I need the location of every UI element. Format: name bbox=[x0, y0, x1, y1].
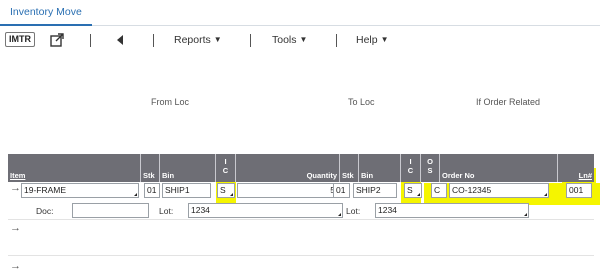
to-loc-label: To Loc bbox=[348, 97, 375, 107]
tab-inventory-move[interactable]: Inventory Move bbox=[0, 0, 92, 26]
from-loc-label: From Loc bbox=[151, 97, 190, 107]
stk-to-field[interactable]: 01 bbox=[333, 183, 350, 198]
col-quantity-label: Quantity bbox=[306, 171, 337, 180]
tools-menu-label: Tools bbox=[272, 34, 297, 46]
tab-bar: Inventory Move bbox=[0, 0, 600, 26]
lot-to-field[interactable]: 1234 bbox=[375, 203, 529, 218]
col-stk-from-label: Stk bbox=[143, 171, 155, 180]
col-ic-to-c: C bbox=[407, 166, 414, 175]
toolbar-divider bbox=[153, 34, 154, 47]
table-row: → bbox=[8, 220, 594, 256]
back-triangle-icon[interactable] bbox=[114, 33, 126, 47]
col-bin-to-label: Bin bbox=[361, 171, 374, 180]
col-os[interactable]: OS bbox=[421, 154, 440, 182]
col-ic-from-i: I bbox=[224, 157, 227, 166]
item-field[interactable]: 19-FRAME bbox=[21, 183, 139, 198]
ln-field[interactable]: 001 bbox=[566, 183, 592, 198]
ic-to-field[interactable]: S bbox=[404, 183, 422, 198]
col-ic-from[interactable]: IC bbox=[216, 154, 236, 182]
quantity-field[interactable]: 5 bbox=[237, 183, 338, 198]
col-ic-from-label: IC bbox=[216, 157, 235, 175]
row-arrow-icon[interactable]: → bbox=[10, 222, 21, 234]
col-ic-to-label: IC bbox=[401, 157, 420, 175]
lot-from-field[interactable]: 1234 bbox=[188, 203, 343, 218]
ic-from-field[interactable]: S bbox=[217, 183, 235, 198]
toolbar-divider bbox=[250, 34, 251, 47]
imtr-button[interactable]: IMTR bbox=[5, 32, 35, 47]
bin-to-field[interactable]: SHIP2 bbox=[353, 183, 397, 198]
toolbar-divider bbox=[90, 34, 91, 47]
table-row: → 19-FRAME 01 SHIP1 S 5 01 SHIP2 S C CO-… bbox=[8, 182, 594, 220]
col-stk-to[interactable]: Stk bbox=[340, 154, 359, 182]
external-link-icon[interactable] bbox=[49, 32, 65, 48]
col-stk-from[interactable]: Stk bbox=[141, 154, 160, 182]
toolbar-divider bbox=[336, 34, 337, 47]
col-ic-to[interactable]: IC bbox=[401, 154, 421, 182]
caret-down-icon: ▼ bbox=[380, 35, 389, 44]
col-item[interactable]: Item bbox=[8, 154, 141, 182]
os-field[interactable]: C bbox=[431, 183, 447, 198]
doc-label: Doc: bbox=[36, 206, 54, 216]
caret-down-icon: ▼ bbox=[299, 35, 308, 44]
if-order-related-label: If Order Related bbox=[476, 97, 541, 107]
grid-header: Item Stk Bin IC Quantity Stk Bin IC OS O… bbox=[8, 154, 594, 182]
stk-from-field[interactable]: 01 bbox=[144, 183, 160, 198]
row-arrow-icon[interactable]: → bbox=[10, 182, 21, 194]
toolbar: IMTR Reports ▼ Tools ▼ Help ▼ bbox=[0, 26, 600, 54]
help-menu-label: Help bbox=[356, 34, 378, 46]
lot-to-label: Lot: bbox=[346, 206, 361, 216]
col-os-label: OS bbox=[421, 157, 439, 175]
table-row: → bbox=[8, 256, 594, 280]
col-item-label: Item bbox=[10, 171, 26, 180]
col-stk-to-label: Stk bbox=[342, 171, 354, 180]
bin-from-field[interactable]: SHIP1 bbox=[162, 183, 211, 198]
col-bin-from[interactable]: Bin bbox=[160, 154, 216, 182]
col-os-s: S bbox=[427, 166, 433, 175]
col-quantity[interactable]: Quantity bbox=[236, 154, 340, 182]
lot-from-label: Lot: bbox=[159, 206, 174, 216]
col-bin-from-label: Bin bbox=[162, 171, 175, 180]
reports-menu-label: Reports bbox=[174, 34, 211, 46]
col-ic-from-c: C bbox=[222, 166, 229, 175]
reports-menu[interactable]: Reports ▼ bbox=[174, 32, 222, 48]
help-menu[interactable]: Help ▼ bbox=[356, 32, 389, 48]
doc-field[interactable] bbox=[72, 203, 149, 218]
col-os-o: O bbox=[427, 157, 433, 166]
col-order-no-label: Order No bbox=[442, 171, 475, 180]
order-no-field[interactable]: CO-12345 bbox=[449, 183, 549, 198]
caret-down-icon: ▼ bbox=[213, 35, 222, 44]
col-ln[interactable]: Ln# bbox=[558, 154, 594, 182]
col-order-no[interactable]: Order No bbox=[440, 154, 558, 182]
row-arrow-icon[interactable]: → bbox=[10, 260, 21, 272]
col-ln-label: Ln# bbox=[578, 171, 592, 180]
col-bin-to[interactable]: Bin bbox=[359, 154, 401, 182]
tools-menu[interactable]: Tools ▼ bbox=[272, 32, 307, 48]
col-ic-to-i: I bbox=[409, 157, 412, 166]
